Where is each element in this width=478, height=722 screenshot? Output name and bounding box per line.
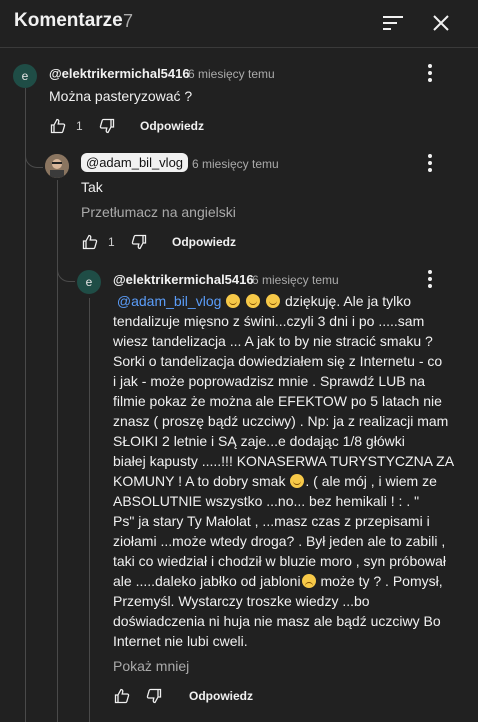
comment-time: 6 miesięcy temu (192, 157, 279, 171)
like-icon[interactable] (80, 232, 100, 252)
dislike-icon[interactable] (97, 116, 117, 136)
avatar[interactable] (45, 154, 69, 178)
comment-line: Przemyśl. Wystarczy troszke wiedzy ...bo (113, 593, 370, 609)
show-less-link[interactable]: Pokaż mniej (113, 658, 189, 674)
mention-link[interactable]: @adam_bil_vlog (117, 293, 222, 309)
comment-actions: 1 (48, 114, 117, 138)
reply-button[interactable]: Odpowiedz (189, 689, 253, 703)
more-options-icon[interactable] (420, 151, 440, 175)
sad-emoji-icon (301, 574, 316, 588)
comment-line: filmie pokaz że można ale EFEKTOW po 5 l… (113, 393, 442, 409)
comment-line: SŁOIKI 2 letnie i SĄ zaje...e dodając 1/… (113, 433, 405, 449)
comment-line: białej kapusty .....!!! KONASERWA TURYST… (113, 453, 455, 469)
like-count: 1 (76, 119, 83, 133)
comment-text: Tak (81, 179, 103, 195)
smile-emoji-icon (246, 294, 261, 308)
comment-text: Można pasteryzować ? (49, 88, 193, 104)
comment-line: @adam_bil_vlog dziękuję. Ale ja tylko (116, 293, 412, 309)
comment-line: ABSOLUTNIE wszystko ...no... bez hemikal… (113, 493, 420, 509)
comments-count: 7 (123, 11, 134, 31)
comment-line: Sorki o tandelizacja dowiedziałem się z … (113, 353, 443, 369)
more-options-icon[interactable] (420, 61, 440, 85)
comment-line: KOMUNY ! A to dobry smak . ( ale mój , i… (113, 473, 437, 489)
comment-line: taki co wiedział i chodził w bluzie moro… (113, 553, 447, 569)
comment-author[interactable]: @adam_bil_vlog (81, 153, 189, 172)
comment-actions: 1 (80, 230, 149, 254)
comment-line: ziołami ...może wtedy droga? . Był jeden… (113, 533, 446, 549)
comment-actions (112, 684, 164, 708)
thread-line (25, 88, 26, 722)
like-icon[interactable] (48, 116, 68, 136)
reply-button[interactable]: Odpowiedz (140, 119, 204, 133)
comment-author[interactable]: @elektrikermichal5416 (113, 272, 254, 287)
thread-connector-nested (57, 262, 75, 282)
close-icon[interactable] (424, 6, 458, 40)
comment-text: @adam_bil_vlog dziękuję. Ale ja tylko te… (113, 291, 463, 651)
avatar[interactable]: e (13, 64, 37, 88)
dislike-icon[interactable] (129, 232, 149, 252)
comment-line: znasz ( proszę bądź uczciwy) . Np: ja z … (113, 413, 449, 429)
comment-time: 6 miesięcy temu (188, 67, 275, 81)
comment-line: Ps" ja stary Ty Małolat , ...masz czas z… (113, 513, 430, 529)
comment-line: wiesz tandelizacja ... A jak to by nie s… (113, 333, 433, 349)
comment-time: 6 miesięcy temu (252, 273, 339, 287)
comments-header: Komentarze 7 (0, 0, 478, 48)
smile-emoji-icon (266, 294, 281, 308)
more-options-icon[interactable] (420, 267, 440, 291)
reply-button[interactable]: Odpowiedz (172, 235, 236, 249)
smile-emoji-icon (290, 474, 305, 488)
thread-line-inner (89, 298, 90, 722)
translate-link[interactable]: Przetłumacz na angielski (81, 204, 236, 220)
like-icon[interactable] (112, 686, 132, 706)
comment-line: doświadczenia ni huja nie masz ale bądź … (113, 613, 441, 629)
comment-line: tendalizuje mięsno z świni...czyli 3 dni… (113, 313, 425, 329)
dislike-icon[interactable] (144, 686, 164, 706)
smile-emoji-icon (226, 294, 241, 308)
comments-title: Komentarze (14, 10, 123, 31)
comment-author[interactable]: @elektrikermichal5416 (49, 66, 190, 81)
comment-line: ale .....daleko jabłko od jabloni może t… (113, 573, 443, 589)
like-count: 1 (108, 235, 115, 249)
thread-connector (25, 150, 43, 168)
comment-line: Internet nie lubi cweli. (113, 633, 248, 649)
comment-line: i jak - może poprowadzisz mnie . Sprawdź… (113, 373, 426, 389)
avatar[interactable]: e (77, 270, 101, 294)
sort-icon[interactable] (376, 6, 410, 40)
